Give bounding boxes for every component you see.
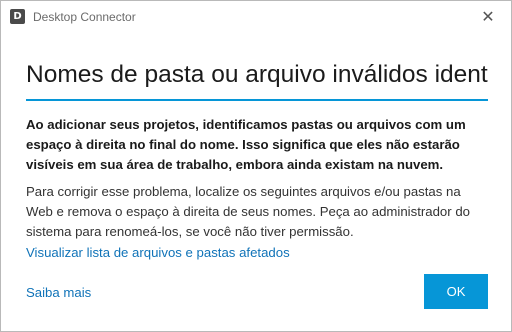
heading-container: Nomes de pasta ou arquivo inválidos iden…: [26, 58, 488, 96]
heading-divider: [26, 99, 488, 101]
view-affected-files-link[interactable]: Visualizar lista de arquivos e pastas af…: [26, 245, 290, 260]
title-bar[interactable]: D Desktop Connector ✕: [1, 1, 511, 33]
ok-button[interactable]: OK: [424, 274, 488, 309]
close-button[interactable]: ✕: [465, 1, 511, 33]
window-title: Desktop Connector: [33, 10, 136, 24]
learn-more-link[interactable]: Saiba mais: [26, 285, 91, 300]
app-icon: D: [10, 9, 25, 24]
dialog-window: D Desktop Connector ✕ Nomes de pasta ou …: [0, 0, 512, 332]
warning-message: Ao adicionar seus projetos, identificamo…: [26, 117, 466, 172]
close-icon: ✕: [481, 9, 495, 26]
instructions-message: Para corrigir esse problema, localize os…: [26, 184, 470, 239]
dialog-heading: Nomes de pasta ou arquivo inválidos iden…: [26, 61, 488, 88]
